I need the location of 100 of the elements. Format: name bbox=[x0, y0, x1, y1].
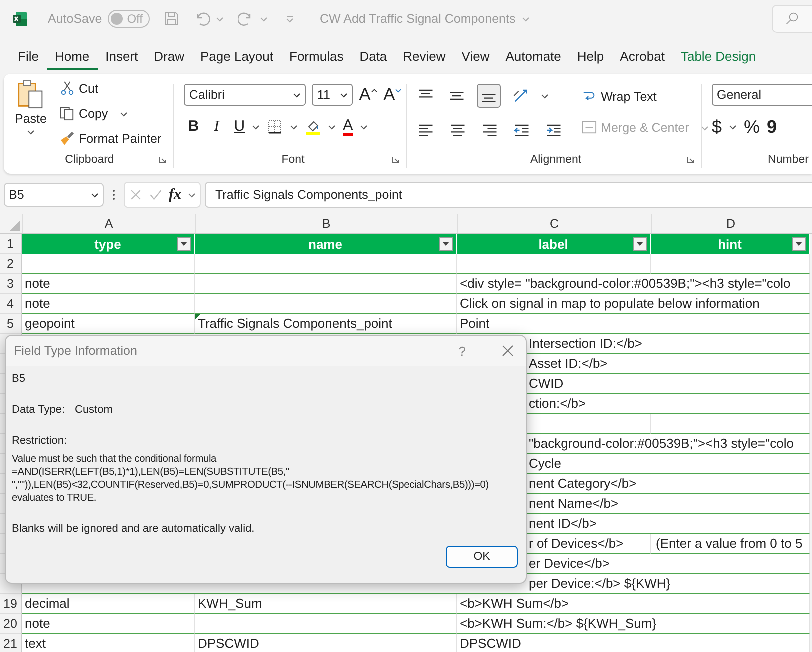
table-header-cell: hint bbox=[651, 234, 810, 254]
restriction-label: Restriction: bbox=[12, 435, 68, 448]
table-cell: note bbox=[22, 294, 195, 314]
caret-icon bbox=[27, 128, 35, 136]
increase-font-button[interactable]: A bbox=[359, 86, 378, 104]
column-header[interactable]: C bbox=[457, 214, 651, 233]
menu-tab[interactable]: Table Design bbox=[672, 42, 764, 70]
row-number[interactable]: 5 bbox=[0, 314, 22, 334]
caret-icon bbox=[395, 88, 402, 93]
search-field[interactable] bbox=[772, 5, 812, 33]
table-header-cell: type bbox=[22, 234, 195, 254]
table-cell: <b>KWH Sum:</b> ${KWH_Sum} bbox=[457, 614, 810, 634]
percent-button[interactable]: % bbox=[744, 118, 760, 136]
table-cell: geopoint bbox=[22, 314, 195, 334]
align-bottom-icon[interactable] bbox=[477, 84, 502, 108]
comma-button[interactable]: 9 bbox=[767, 118, 778, 136]
caret-icon[interactable] bbox=[252, 123, 260, 131]
merge-icon bbox=[582, 120, 598, 135]
caret-icon bbox=[293, 91, 302, 99]
borders-icon[interactable] bbox=[267, 119, 284, 135]
group-label: Number bbox=[768, 154, 809, 166]
filter-dropdown-icon[interactable] bbox=[439, 237, 453, 251]
copy-button[interactable]: Copy bbox=[60, 103, 108, 124]
menu-tab[interactable]: File bbox=[10, 42, 47, 70]
table-cell: text bbox=[22, 634, 195, 652]
clipboard-icon bbox=[17, 80, 45, 110]
table-cell: Point bbox=[457, 314, 810, 334]
row-number[interactable]: 1 bbox=[0, 234, 22, 254]
caret-icon bbox=[370, 88, 378, 93]
dialog-launcher-icon[interactable] bbox=[392, 156, 400, 164]
error-indicator-icon bbox=[195, 314, 201, 320]
wrap-text-button[interactable]: Wrap Text bbox=[582, 86, 710, 107]
row-number[interactable]: 20 bbox=[0, 614, 22, 634]
caret-icon[interactable] bbox=[120, 110, 128, 118]
group-label: Alignment bbox=[530, 154, 582, 166]
menu-tab[interactable]: Review bbox=[395, 42, 454, 70]
font-color-button[interactable]: A bbox=[343, 118, 354, 136]
caret-icon[interactable] bbox=[360, 123, 368, 131]
format-painter-button[interactable]: Format Painter bbox=[60, 128, 162, 149]
filter-dropdown-icon[interactable] bbox=[633, 237, 647, 251]
scissors-icon bbox=[60, 81, 75, 96]
table-header-cell: label bbox=[457, 234, 651, 254]
row-number[interactable]: 3 bbox=[0, 274, 22, 294]
column-header[interactable]: A bbox=[22, 214, 195, 233]
font-size-dropdown[interactable]: 11 bbox=[312, 84, 354, 106]
italic-button[interactable]: I bbox=[214, 118, 220, 136]
group-label: Font bbox=[282, 154, 305, 166]
excel-logo-icon bbox=[12, 11, 28, 27]
fill-color-icon[interactable] bbox=[305, 119, 322, 135]
menu-tab[interactable]: Automate bbox=[498, 42, 570, 70]
insert-function-button[interactable]: fx bbox=[169, 186, 182, 204]
dialog-launcher-icon[interactable] bbox=[687, 156, 696, 164]
underline-button[interactable]: U bbox=[234, 118, 246, 136]
group-label: Clipboard bbox=[65, 154, 114, 166]
cut-button[interactable]: Cut bbox=[60, 78, 162, 99]
cell-reference: B5 bbox=[12, 373, 26, 386]
more-icon[interactable] bbox=[112, 189, 116, 201]
number-format-dropdown[interactable]: General bbox=[712, 84, 812, 106]
menu-tab[interactable]: Help bbox=[569, 42, 612, 70]
dialog-launcher-icon[interactable] bbox=[159, 156, 168, 164]
ok-button[interactable]: OK bbox=[446, 546, 518, 568]
menu-tab[interactable]: Page Layout bbox=[192, 42, 282, 70]
decrease-font-button[interactable]: A bbox=[384, 86, 402, 104]
data-type-value: Custom bbox=[75, 404, 113, 417]
paste-button[interactable]: Paste bbox=[10, 78, 52, 150]
menu-tab[interactable]: Data bbox=[352, 42, 396, 70]
menu-tab[interactable]: Formulas bbox=[282, 42, 352, 70]
menu-tab[interactable]: Home bbox=[46, 42, 98, 70]
bold-button[interactable]: B bbox=[188, 118, 200, 136]
menu-tab[interactable]: View bbox=[454, 42, 498, 70]
table-header-cell: name bbox=[195, 234, 457, 254]
font-family-dropdown[interactable]: Calibri bbox=[184, 84, 306, 106]
close-icon[interactable] bbox=[502, 345, 514, 357]
caret-icon[interactable] bbox=[328, 123, 336, 131]
menu-tab[interactable]: Insert bbox=[98, 42, 146, 70]
menu-tab[interactable]: Acrobat bbox=[612, 42, 673, 70]
name-box[interactable]: B5 bbox=[4, 183, 104, 207]
filter-dropdown-icon[interactable] bbox=[177, 237, 191, 251]
row-number[interactable]: 21 bbox=[0, 634, 22, 652]
filter-dropdown-icon[interactable] bbox=[792, 237, 806, 251]
table-cell: Traffic Signals Components_point bbox=[195, 314, 457, 334]
row-number[interactable]: 4 bbox=[0, 294, 22, 314]
caret-icon bbox=[340, 91, 348, 99]
caret-icon[interactable] bbox=[729, 123, 738, 131]
caret-icon[interactable] bbox=[188, 191, 196, 199]
caret-icon[interactable] bbox=[290, 123, 298, 131]
table-cell: DPSCWID bbox=[195, 634, 457, 652]
menu-tab[interactable]: Draw bbox=[146, 42, 192, 70]
row-number[interactable]: 19 bbox=[0, 594, 22, 614]
table-cell: <div style= "background-color:#00539B;"><h3 style="colo bbox=[457, 274, 810, 294]
formula-field[interactable]: Traffic Signals Components_point bbox=[204, 182, 812, 208]
dialog-title: Field Type Information bbox=[14, 344, 138, 358]
search-icon bbox=[785, 12, 799, 26]
table-cell: note bbox=[22, 614, 195, 634]
currency-button[interactable]: $ bbox=[712, 118, 722, 136]
table-cell: KWH_Sum bbox=[195, 594, 457, 614]
caret-icon[interactable] bbox=[541, 92, 550, 100]
column-header[interactable]: B bbox=[195, 214, 457, 233]
dialog-note: Blanks will be ignored and are automatically valid. bbox=[12, 523, 255, 536]
row-number[interactable]: 2 bbox=[0, 254, 22, 274]
